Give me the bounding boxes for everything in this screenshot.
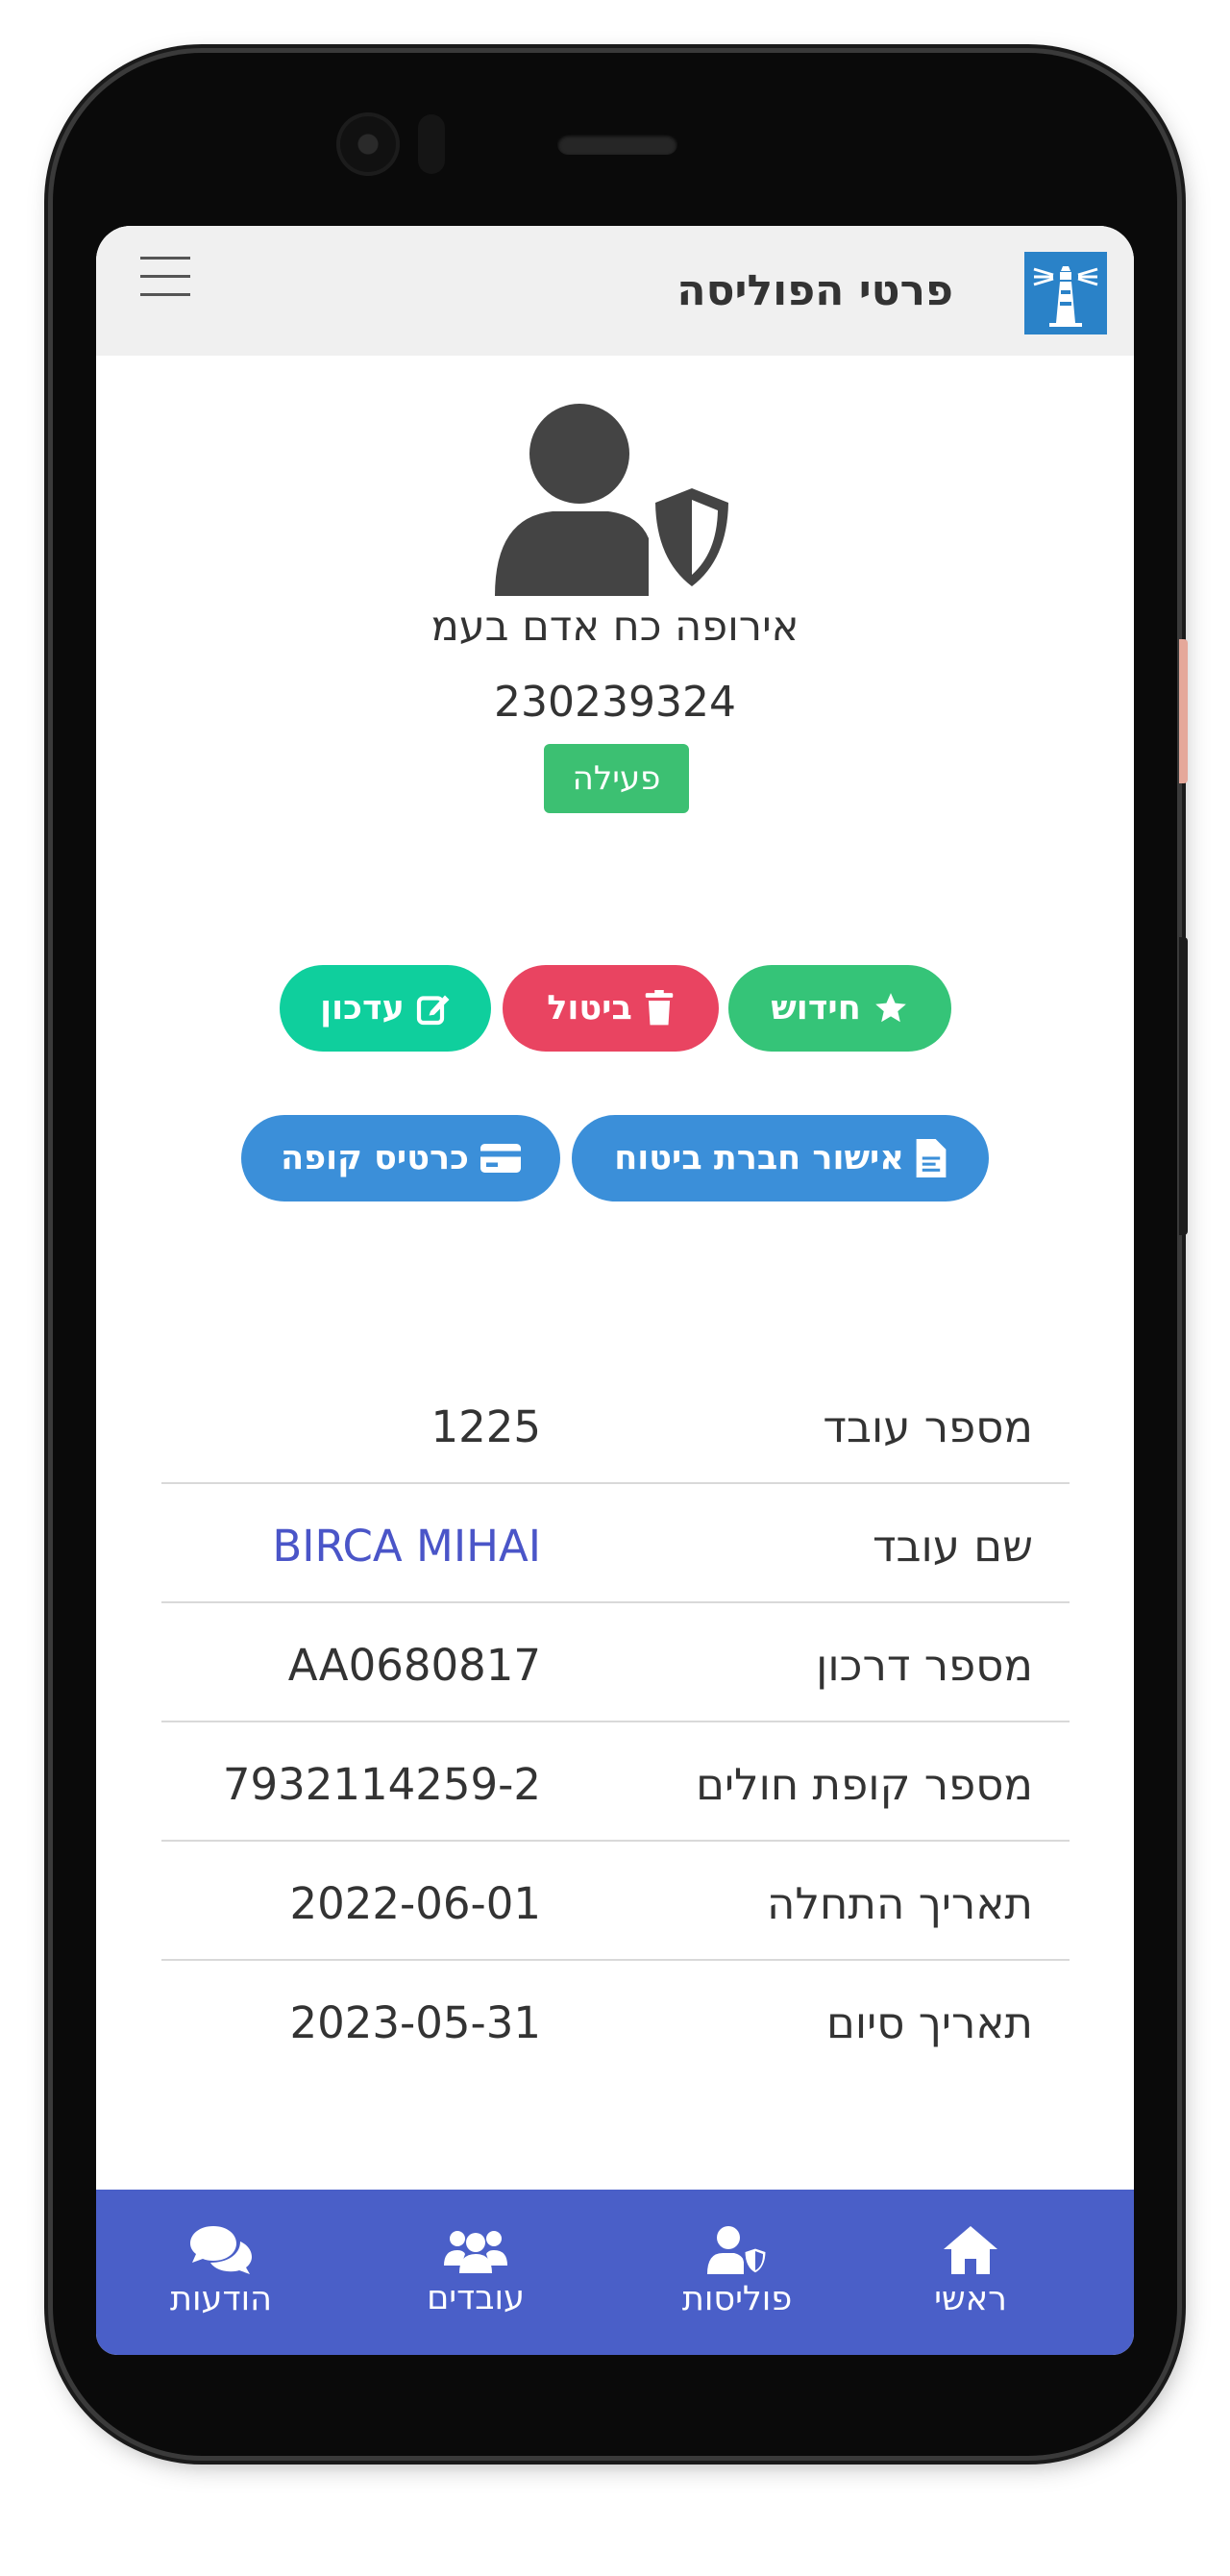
user-shield-icon	[495, 404, 735, 596]
nav-label-policies: פוליסות	[681, 2280, 793, 2318]
bottom-nav: ראשי פוליסות עובדים הודעות	[96, 2190, 1134, 2355]
table-row-health-fund-number: מספר קופת חולים 7932114259-2	[161, 1722, 1070, 1842]
row-label: מספר עובד	[823, 1401, 1033, 1452]
cancel-button[interactable]: ביטול	[503, 965, 719, 1052]
worker-name-link[interactable]: BIRCA MIHAI	[161, 1521, 541, 1572]
insurer-approval-button-label: אישור חברת ביטוח	[614, 1139, 904, 1177]
comments-icon	[190, 2226, 252, 2274]
row-value: 1225	[430, 1401, 541, 1452]
row-value: 2022-06-01	[289, 1878, 541, 1929]
company-name: אירופה כח אדם בעמ	[430, 603, 800, 651]
update-button-label: עדכון	[320, 989, 405, 1028]
fund-card-button-label: כרטיס קופה	[281, 1139, 469, 1177]
status-badge: פעילה	[544, 744, 689, 813]
fund-card-button[interactable]: כרטיס קופה	[241, 1115, 560, 1201]
file-invoice-icon	[916, 1139, 947, 1177]
earpiece-speaker	[557, 134, 677, 155]
nav-label-workers: עובדים	[427, 2279, 525, 2317]
nav-item-home[interactable]: ראשי	[889, 2190, 1052, 2355]
nav-label-home: ראשי	[934, 2280, 1007, 2318]
row-label: תאריך התחלה	[767, 1878, 1033, 1929]
trash-icon	[645, 990, 674, 1026]
row-value: AA0680817	[287, 1640, 541, 1691]
phone-body: פרטי הפוליסה אירופה כח אדם בעמ 230239324…	[53, 53, 1177, 2456]
table-row-passport-number: מספר דרכון AA0680817	[161, 1603, 1070, 1722]
phone-side-button	[1179, 639, 1188, 783]
top-bar: פרטי הפוליסה	[96, 226, 1134, 356]
table-row-worker-name: שם עובד BIRCA MIHAI	[161, 1484, 1070, 1603]
policy-details-table: מספר עובד 1225 שם עובד BIRCA MIHAI מספר …	[161, 1365, 1070, 2080]
user-shield-icon	[707, 2226, 767, 2274]
lighthouse-icon[interactable]	[1024, 252, 1107, 334]
page-title: פרטי הפוליסה	[676, 266, 953, 315]
home-icon	[944, 2226, 997, 2274]
renew-button[interactable]: חידוש	[728, 965, 951, 1052]
policy-number: 230239324	[494, 678, 736, 727]
star-icon	[874, 993, 906, 1023]
edit-icon	[416, 995, 450, 1026]
insurer-approval-button[interactable]: אישור חברת ביטוח	[572, 1115, 989, 1201]
row-value: 2023-05-31	[289, 1997, 541, 2048]
nav-item-policies[interactable]: פוליסות	[641, 2190, 833, 2355]
row-value: 7932114259-2	[222, 1759, 541, 1810]
cancel-button-label: ביטול	[547, 989, 632, 1028]
table-row-end-date: תאריך סיום 2023-05-31	[161, 1961, 1070, 2080]
renew-button-label: חידוש	[771, 989, 861, 1028]
hamburger-icon[interactable]	[140, 255, 192, 299]
proximity-sensor	[418, 114, 445, 174]
nav-item-messages[interactable]: הודעות	[125, 2190, 317, 2355]
users-icon	[444, 2231, 507, 2273]
row-label: מספר קופת חולים	[696, 1759, 1033, 1810]
table-row-worker-number: מספר עובד 1225	[161, 1365, 1070, 1484]
row-label: שם עובד	[872, 1521, 1033, 1572]
credit-card-icon	[480, 1144, 521, 1173]
app-screen: פרטי הפוליסה אירופה כח אדם בעמ 230239324…	[96, 226, 1134, 2355]
row-label: מספר דרכון	[816, 1640, 1033, 1691]
update-button[interactable]: עדכון	[280, 965, 491, 1052]
nav-item-workers[interactable]: עובדים	[380, 2190, 572, 2355]
front-camera	[336, 112, 400, 176]
row-label: תאריך סיום	[826, 1997, 1033, 2048]
nav-label-messages: הודעות	[170, 2280, 272, 2318]
table-row-start-date: תאריך התחלה 2022-06-01	[161, 1842, 1070, 1961]
phone-volume-button	[1179, 937, 1188, 1235]
